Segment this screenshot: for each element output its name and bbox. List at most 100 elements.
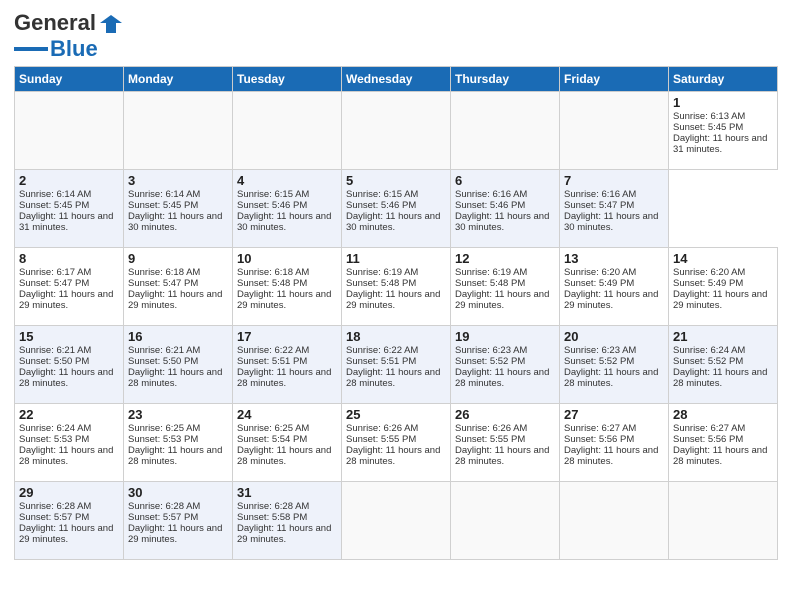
sunset-text: Sunset: 5:50 PM [19, 356, 89, 367]
sunset-text: Sunset: 5:46 PM [237, 200, 307, 211]
sunrise-text: Sunrise: 6:21 AM [19, 345, 91, 356]
daylight-text: Daylight: 11 hours and 31 minutes. [19, 211, 113, 233]
day-cell: 20Sunrise: 6:23 AMSunset: 5:52 PMDayligh… [560, 326, 669, 404]
day-number: 31 [237, 485, 337, 500]
sunset-text: Sunset: 5:56 PM [673, 434, 743, 445]
daylight-text: Daylight: 11 hours and 29 minutes. [19, 523, 113, 545]
day-number: 16 [128, 329, 228, 344]
sunrise-text: Sunrise: 6:13 AM [673, 111, 745, 122]
day-cell [342, 92, 451, 170]
daylight-text: Daylight: 11 hours and 30 minutes. [128, 211, 222, 233]
week-row-5: 22Sunrise: 6:24 AMSunset: 5:53 PMDayligh… [15, 404, 778, 482]
header-cell-saturday: Saturday [669, 67, 778, 92]
sunrise-text: Sunrise: 6:14 AM [19, 189, 91, 200]
day-number: 4 [237, 173, 337, 188]
day-number: 14 [673, 251, 773, 266]
header-cell-wednesday: Wednesday [342, 67, 451, 92]
sunrise-text: Sunrise: 6:15 AM [237, 189, 309, 200]
day-number: 28 [673, 407, 773, 422]
sunset-text: Sunset: 5:49 PM [564, 278, 634, 289]
daylight-text: Daylight: 11 hours and 28 minutes. [673, 445, 767, 467]
daylight-text: Daylight: 11 hours and 31 minutes. [673, 133, 767, 155]
sunset-text: Sunset: 5:49 PM [673, 278, 743, 289]
sunset-text: Sunset: 5:52 PM [455, 356, 525, 367]
day-number: 27 [564, 407, 664, 422]
sunset-text: Sunset: 5:47 PM [128, 278, 198, 289]
sunset-text: Sunset: 5:52 PM [564, 356, 634, 367]
sunset-text: Sunset: 5:53 PM [128, 434, 198, 445]
day-cell [451, 482, 560, 560]
sunrise-text: Sunrise: 6:27 AM [673, 423, 745, 434]
day-cell: 9Sunrise: 6:18 AMSunset: 5:47 PMDaylight… [124, 248, 233, 326]
day-number: 30 [128, 485, 228, 500]
daylight-text: Daylight: 11 hours and 29 minutes. [564, 289, 658, 311]
day-number: 7 [564, 173, 664, 188]
daylight-text: Daylight: 11 hours and 30 minutes. [237, 211, 331, 233]
sunset-text: Sunset: 5:55 PM [346, 434, 416, 445]
header-cell-sunday: Sunday [15, 67, 124, 92]
day-cell: 11Sunrise: 6:19 AMSunset: 5:48 PMDayligh… [342, 248, 451, 326]
sunset-text: Sunset: 5:45 PM [128, 200, 198, 211]
week-row-3: 8Sunrise: 6:17 AMSunset: 5:47 PMDaylight… [15, 248, 778, 326]
header-cell-thursday: Thursday [451, 67, 560, 92]
sunrise-text: Sunrise: 6:14 AM [128, 189, 200, 200]
sunrise-text: Sunrise: 6:25 AM [237, 423, 309, 434]
day-cell: 30Sunrise: 6:28 AMSunset: 5:57 PMDayligh… [124, 482, 233, 560]
sunset-text: Sunset: 5:52 PM [673, 356, 743, 367]
day-number: 10 [237, 251, 337, 266]
day-number: 24 [237, 407, 337, 422]
daylight-text: Daylight: 11 hours and 29 minutes. [128, 289, 222, 311]
day-cell: 22Sunrise: 6:24 AMSunset: 5:53 PMDayligh… [15, 404, 124, 482]
day-cell: 26Sunrise: 6:26 AMSunset: 5:55 PMDayligh… [451, 404, 560, 482]
day-number: 9 [128, 251, 228, 266]
day-cell: 6Sunrise: 6:16 AMSunset: 5:46 PMDaylight… [451, 170, 560, 248]
day-cell [15, 92, 124, 170]
sunrise-text: Sunrise: 6:25 AM [128, 423, 200, 434]
logo-blue: Blue [50, 36, 98, 62]
header-cell-monday: Monday [124, 67, 233, 92]
day-number: 19 [455, 329, 555, 344]
daylight-text: Daylight: 11 hours and 28 minutes. [346, 367, 440, 389]
day-cell: 10Sunrise: 6:18 AMSunset: 5:48 PMDayligh… [233, 248, 342, 326]
sunrise-text: Sunrise: 6:23 AM [455, 345, 527, 356]
day-cell: 13Sunrise: 6:20 AMSunset: 5:49 PMDayligh… [560, 248, 669, 326]
sunset-text: Sunset: 5:57 PM [128, 512, 198, 523]
day-cell [342, 482, 451, 560]
sunset-text: Sunset: 5:47 PM [564, 200, 634, 211]
day-number: 1 [673, 95, 773, 110]
day-number: 20 [564, 329, 664, 344]
sunrise-text: Sunrise: 6:27 AM [564, 423, 636, 434]
day-number: 26 [455, 407, 555, 422]
sunrise-text: Sunrise: 6:28 AM [128, 501, 200, 512]
sunset-text: Sunset: 5:48 PM [237, 278, 307, 289]
sunrise-text: Sunrise: 6:16 AM [564, 189, 636, 200]
day-cell: 18Sunrise: 6:22 AMSunset: 5:51 PMDayligh… [342, 326, 451, 404]
week-row-4: 15Sunrise: 6:21 AMSunset: 5:50 PMDayligh… [15, 326, 778, 404]
day-number: 18 [346, 329, 446, 344]
calendar-container: General Blue SundayMondayTuesdayWednesda… [0, 0, 792, 568]
daylight-text: Daylight: 11 hours and 29 minutes. [237, 289, 331, 311]
daylight-text: Daylight: 11 hours and 28 minutes. [455, 367, 549, 389]
daylight-text: Daylight: 11 hours and 28 minutes. [128, 367, 222, 389]
day-number: 21 [673, 329, 773, 344]
sunset-text: Sunset: 5:47 PM [19, 278, 89, 289]
sunset-text: Sunset: 5:56 PM [564, 434, 634, 445]
day-number: 23 [128, 407, 228, 422]
day-cell [669, 482, 778, 560]
day-cell: 27Sunrise: 6:27 AMSunset: 5:56 PMDayligh… [560, 404, 669, 482]
sunset-text: Sunset: 5:55 PM [455, 434, 525, 445]
day-cell: 3Sunrise: 6:14 AMSunset: 5:45 PMDaylight… [124, 170, 233, 248]
day-number: 22 [19, 407, 119, 422]
daylight-text: Daylight: 11 hours and 28 minutes. [237, 445, 331, 467]
sunset-text: Sunset: 5:50 PM [128, 356, 198, 367]
day-cell [451, 92, 560, 170]
day-cell [124, 92, 233, 170]
daylight-text: Daylight: 11 hours and 28 minutes. [564, 367, 658, 389]
day-cell [560, 92, 669, 170]
daylight-text: Daylight: 11 hours and 29 minutes. [346, 289, 440, 311]
sunrise-text: Sunrise: 6:26 AM [346, 423, 418, 434]
day-number: 8 [19, 251, 119, 266]
daylight-text: Daylight: 11 hours and 29 minutes. [128, 523, 222, 545]
sunset-text: Sunset: 5:46 PM [346, 200, 416, 211]
day-number: 29 [19, 485, 119, 500]
